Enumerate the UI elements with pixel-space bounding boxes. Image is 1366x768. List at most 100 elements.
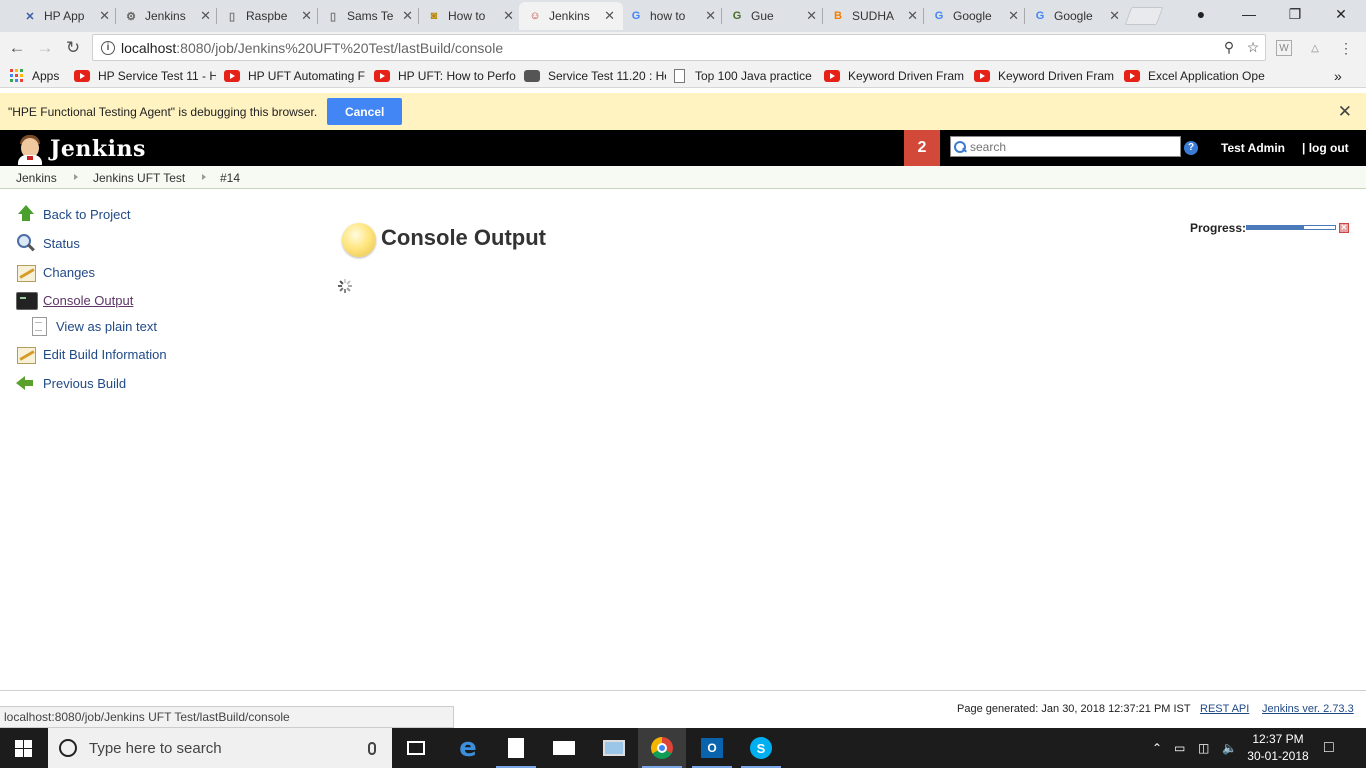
bookmark-item[interactable]: HP Service Test 11 - H bbox=[74, 67, 216, 84]
browser-tab[interactable]: ▯ Sams Te ✕ bbox=[317, 2, 421, 30]
browser-tab[interactable]: Ghow to ✕ bbox=[620, 2, 724, 30]
search-icon bbox=[953, 140, 967, 154]
action-center-icon[interactable]: □ bbox=[1324, 728, 1334, 768]
menu-kebab-icon[interactable]: ⋮ bbox=[1338, 40, 1354, 56]
browser-tab[interactable]: ▯ Raspbe ✕ bbox=[216, 2, 320, 30]
sidebar-item-changes[interactable]: Changes bbox=[16, 262, 95, 282]
microphone-icon[interactable] bbox=[368, 741, 376, 755]
bookmark-item[interactable]: Keyword Driven Fram bbox=[824, 67, 966, 84]
back-arrow-icon[interactable]: ← bbox=[6, 37, 28, 59]
bookmark-item[interactable]: Top 100 Java practice bbox=[674, 67, 816, 84]
jenkins-home-link[interactable]: Jenkins bbox=[14, 133, 146, 165]
tray-chevron-icon[interactable]: ⌃ bbox=[1152, 728, 1162, 768]
bookmark-item[interactable]: HP UFT: How to Perfo bbox=[374, 67, 516, 84]
spinner-tick bbox=[346, 287, 351, 292]
drive-extension-icon[interactable]: △ bbox=[1307, 40, 1323, 56]
chrome-icon[interactable] bbox=[638, 728, 686, 768]
breadcrumb-job[interactable]: Jenkins UFT Test bbox=[93, 171, 185, 185]
notification-badge[interactable]: 2 bbox=[904, 130, 940, 166]
url-text[interactable]: localhost:8080/job/Jenkins%20UFT%20Test/… bbox=[121, 40, 1217, 56]
stop-build-icon[interactable]: ✕ bbox=[1339, 223, 1349, 233]
edge-icon[interactable]: e bbox=[444, 728, 492, 768]
close-tab-icon[interactable]: ✕ bbox=[705, 8, 716, 24]
infobar-message: "HPE Functional Testing Agent" is debugg… bbox=[8, 104, 318, 119]
bookmarks-overflow-icon[interactable]: » bbox=[1334, 67, 1342, 84]
close-tab-icon[interactable]: ✕ bbox=[907, 8, 918, 24]
browser-tab[interactable]: ✕ HP App ✕ bbox=[14, 2, 118, 30]
close-tab-icon[interactable]: ✕ bbox=[1109, 8, 1120, 24]
task-view-icon[interactable] bbox=[392, 728, 440, 768]
windows-start-icon[interactable] bbox=[15, 740, 32, 757]
cancel-debugging-button[interactable]: Cancel bbox=[327, 98, 403, 125]
computer-icon[interactable] bbox=[590, 728, 638, 768]
sidebar-item-previous-build[interactable]: Previous Build bbox=[16, 373, 126, 393]
taskbar-search-box[interactable]: Type here to search bbox=[48, 728, 392, 768]
new-tab-button[interactable] bbox=[1124, 7, 1164, 25]
close-icon[interactable]: ✕ bbox=[1338, 102, 1352, 122]
network-icon[interactable]: ◫ bbox=[1198, 728, 1209, 768]
minimize-icon[interactable]: — bbox=[1226, 0, 1272, 28]
close-tab-icon[interactable]: ✕ bbox=[806, 8, 817, 24]
file-icon[interactable] bbox=[492, 728, 540, 768]
tab-title: Jenkins bbox=[549, 9, 590, 23]
bookmark-item[interactable]: Keyword Driven Fram bbox=[974, 67, 1116, 84]
browser-tab[interactable]: B SUDHA ✕ bbox=[822, 2, 926, 30]
bookmark-label: Excel Application Ope bbox=[1148, 68, 1265, 83]
extension-icon[interactable]: W bbox=[1276, 40, 1292, 56]
sidebar-item-edit-build-info[interactable]: Edit Build Information bbox=[16, 344, 167, 364]
bookmark-item[interactable]: HP UFT Automating F bbox=[224, 67, 366, 84]
mail-icon[interactable] bbox=[540, 728, 588, 768]
close-tab-icon[interactable]: ✕ bbox=[1008, 8, 1019, 24]
sidebar-item-label: Changes bbox=[43, 264, 96, 280]
address-bar[interactable]: i localhost:8080/job/Jenkins%20UFT%20Tes… bbox=[92, 34, 1266, 61]
logout-link[interactable]: | log out bbox=[1302, 141, 1349, 155]
close-tab-icon[interactable]: ✕ bbox=[99, 8, 110, 24]
user-link[interactable]: Test Admin bbox=[1221, 141, 1285, 155]
system-clock[interactable]: 12:37 PM 30-01-2018 bbox=[1246, 731, 1310, 765]
reload-icon[interactable]: ↻ bbox=[62, 37, 84, 59]
breadcrumb-jenkins[interactable]: Jenkins bbox=[16, 171, 57, 185]
close-tab-icon[interactable]: ✕ bbox=[301, 8, 312, 24]
sidebar-item-label: View as plain text bbox=[56, 318, 157, 334]
outlook-icon[interactable]: O bbox=[688, 728, 736, 768]
browser-tab[interactable]: ◙ How to ✕ bbox=[418, 2, 522, 30]
close-tab-icon[interactable]: ✕ bbox=[402, 8, 413, 24]
battery-icon[interactable]: ▭ bbox=[1174, 728, 1185, 768]
site-info-icon[interactable]: i bbox=[101, 40, 115, 55]
sidebar-item-console-output[interactable]: Console Output bbox=[16, 290, 133, 310]
browser-tab[interactable]: ☺ Jenkins ✕ bbox=[519, 2, 623, 30]
browser-tab[interactable]: G Gue ✕ bbox=[721, 2, 825, 30]
browser-tab[interactable]: G Google ✕ bbox=[1024, 2, 1128, 30]
bookmark-star-icon[interactable]: ☆ bbox=[1241, 39, 1265, 56]
breadcrumb-separator-icon[interactable] bbox=[202, 174, 206, 180]
close-window-icon[interactable]: ✕ bbox=[1318, 0, 1364, 28]
sidebar-item-view-plain-text[interactable]: View as plain text bbox=[29, 316, 157, 336]
bookmark-apps[interactable]: Apps bbox=[10, 67, 59, 84]
zoom-icon[interactable]: ⚲ bbox=[1217, 39, 1241, 56]
bookmark-item[interactable]: Excel Application Ope bbox=[1124, 67, 1266, 84]
breadcrumb-build[interactable]: #14 bbox=[220, 171, 240, 185]
profile-icon[interactable]: ● bbox=[1178, 0, 1224, 28]
forward-arrow-icon[interactable]: → bbox=[34, 37, 56, 59]
volume-icon[interactable]: 🔈 bbox=[1222, 728, 1237, 768]
search-box[interactable] bbox=[950, 136, 1181, 157]
browser-tab[interactable]: G Google ✕ bbox=[923, 2, 1027, 30]
skype-icon[interactable]: S bbox=[737, 728, 785, 768]
jenkins-version-link[interactable]: Jenkins ver. 2.73.3 bbox=[1262, 703, 1354, 715]
blogger-icon: B bbox=[834, 10, 842, 22]
search-input[interactable] bbox=[970, 139, 1170, 154]
close-tab-icon[interactable]: ✕ bbox=[604, 8, 615, 24]
sidebar-item-status[interactable]: Status bbox=[16, 233, 80, 253]
rest-api-link[interactable]: REST API bbox=[1200, 703, 1249, 715]
restore-icon[interactable]: ❐ bbox=[1272, 0, 1318, 28]
youtube-icon bbox=[374, 69, 390, 82]
close-tab-icon[interactable]: ✕ bbox=[200, 8, 211, 24]
apps-grid-icon bbox=[10, 68, 24, 83]
browser-tab[interactable]: ⚙ Jenkins ✕ bbox=[115, 2, 219, 30]
tab-title: Google bbox=[953, 9, 992, 23]
help-icon[interactable]: ? bbox=[1184, 141, 1198, 155]
sidebar-item-back-to-project[interactable]: Back to Project bbox=[16, 204, 130, 224]
breadcrumb-separator-icon[interactable] bbox=[74, 174, 78, 180]
bookmark-item[interactable]: Service Test 11.20 : He bbox=[524, 67, 666, 84]
close-tab-icon[interactable]: ✕ bbox=[503, 8, 514, 24]
